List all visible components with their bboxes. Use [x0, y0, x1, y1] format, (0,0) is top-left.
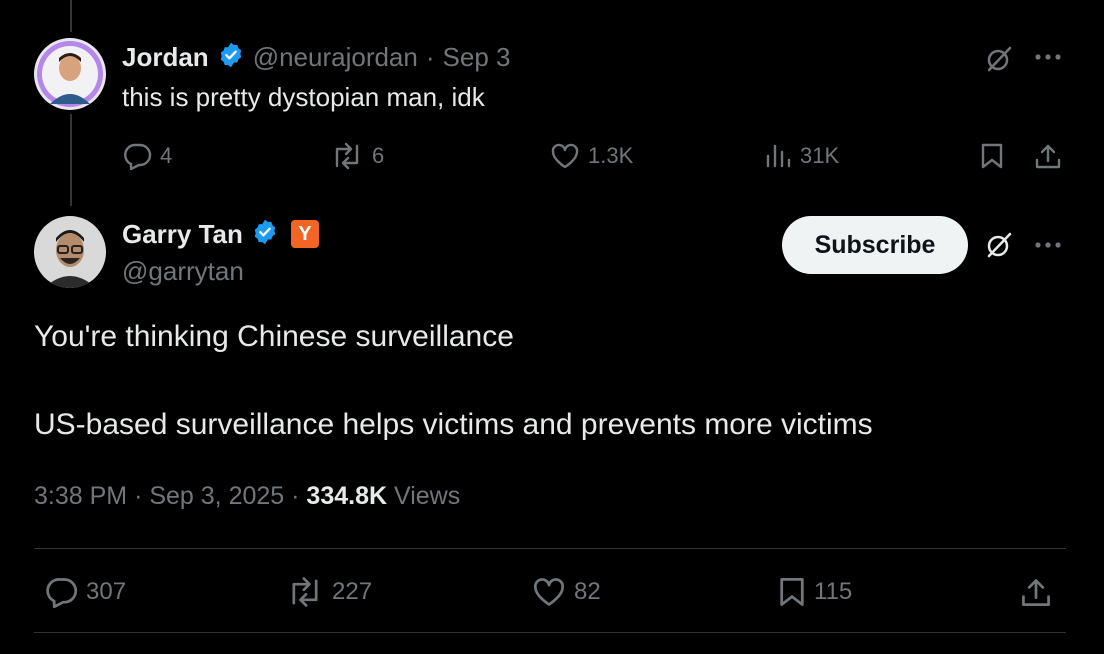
- bookmark-button[interactable]: 115: [778, 576, 852, 608]
- tweet-date[interactable]: Sep 3: [443, 42, 511, 73]
- share-button[interactable]: [1020, 576, 1052, 608]
- views-button[interactable]: 31K: [764, 142, 839, 170]
- repost-count: 6: [372, 143, 385, 168]
- subscribe-button[interactable]: Subscribe: [782, 216, 968, 274]
- views-icon: [766, 144, 791, 168]
- like-icon: [534, 578, 564, 606]
- avatar[interactable]: [34, 216, 106, 288]
- thread-line: [70, 114, 72, 206]
- tweet-time[interactable]: 3:38 PM: [34, 482, 127, 510]
- share-button[interactable]: [1034, 142, 1062, 170]
- separator-dot: ·: [134, 482, 143, 510]
- divider: [34, 632, 1066, 633]
- affiliate-badge-icon[interactable]: Y: [290, 220, 319, 248]
- repost-icon: [292, 577, 318, 607]
- tweet-views-count[interactable]: 334.8K: [306, 482, 387, 510]
- thread-line: [70, 0, 72, 32]
- avatar-jordan-image: [34, 38, 106, 110]
- divider: [34, 548, 1066, 549]
- like-count: 1.3K: [588, 143, 634, 168]
- reply-tweet-text: this is pretty dystopian man, idk: [122, 82, 485, 112]
- main-tweet-text-line: US-based surveillance helps victims and …: [34, 408, 873, 441]
- author-handle[interactable]: @garrytan: [122, 256, 244, 287]
- share-icon: [1035, 144, 1061, 169]
- reply-icon: [124, 143, 152, 170]
- avatar[interactable]: [34, 38, 106, 110]
- main-tweet-header: Garry Tan Y: [122, 216, 319, 252]
- share-icon: [1022, 579, 1050, 606]
- tweet-meta: 3:38 PM · Sep 3, 2025 · 334.8K Views: [34, 482, 460, 511]
- bookmark-icon: [780, 578, 804, 606]
- author-name[interactable]: Garry Tan: [122, 219, 243, 250]
- reply-tweet-header: Jordan @neurajordan · Sep 3: [122, 40, 510, 74]
- tweet-views-label: Views: [394, 482, 461, 510]
- grok-icon[interactable]: [984, 230, 1014, 265]
- like-button[interactable]: 1.3K: [550, 142, 633, 170]
- main-tweet-text-line: You're thinking Chinese surveillance: [34, 320, 514, 353]
- like-icon: [551, 143, 579, 169]
- reply-count: 307: [86, 578, 127, 605]
- reply-button[interactable]: 307: [44, 576, 126, 608]
- grok-icon[interactable]: [984, 44, 1014, 79]
- bookmark-button[interactable]: [980, 142, 1004, 170]
- more-icon[interactable]: [1034, 238, 1062, 256]
- verified-badge-icon: [251, 218, 279, 251]
- more-icon[interactable]: [1034, 50, 1062, 68]
- like-count: 82: [574, 578, 601, 605]
- separator-dot: ·: [291, 482, 300, 510]
- reply-button[interactable]: 4: [122, 142, 172, 170]
- bookmark-count: 115: [814, 578, 853, 605]
- bookmark-icon: [981, 143, 1003, 169]
- views-count: 31K: [800, 143, 840, 168]
- tweet-thread: Jordan @neurajordan · Sep 3 this is pret…: [0, 0, 1104, 654]
- repost-icon: [335, 142, 359, 170]
- author-handle[interactable]: @neurajordan: [253, 42, 418, 73]
- repost-count: 227: [332, 578, 373, 605]
- repost-button[interactable]: 6: [330, 142, 384, 170]
- reply-count: 4: [160, 143, 173, 168]
- verified-badge-icon: [217, 41, 245, 74]
- tweet-date[interactable]: Sep 3, 2025: [149, 482, 284, 510]
- like-button[interactable]: 82: [532, 576, 601, 608]
- reply-icon: [46, 578, 78, 608]
- repost-button[interactable]: 227: [286, 576, 372, 608]
- avatar-garry-image: [34, 216, 106, 288]
- separator-dot: ·: [425, 41, 435, 72]
- author-name[interactable]: Jordan: [122, 42, 209, 73]
